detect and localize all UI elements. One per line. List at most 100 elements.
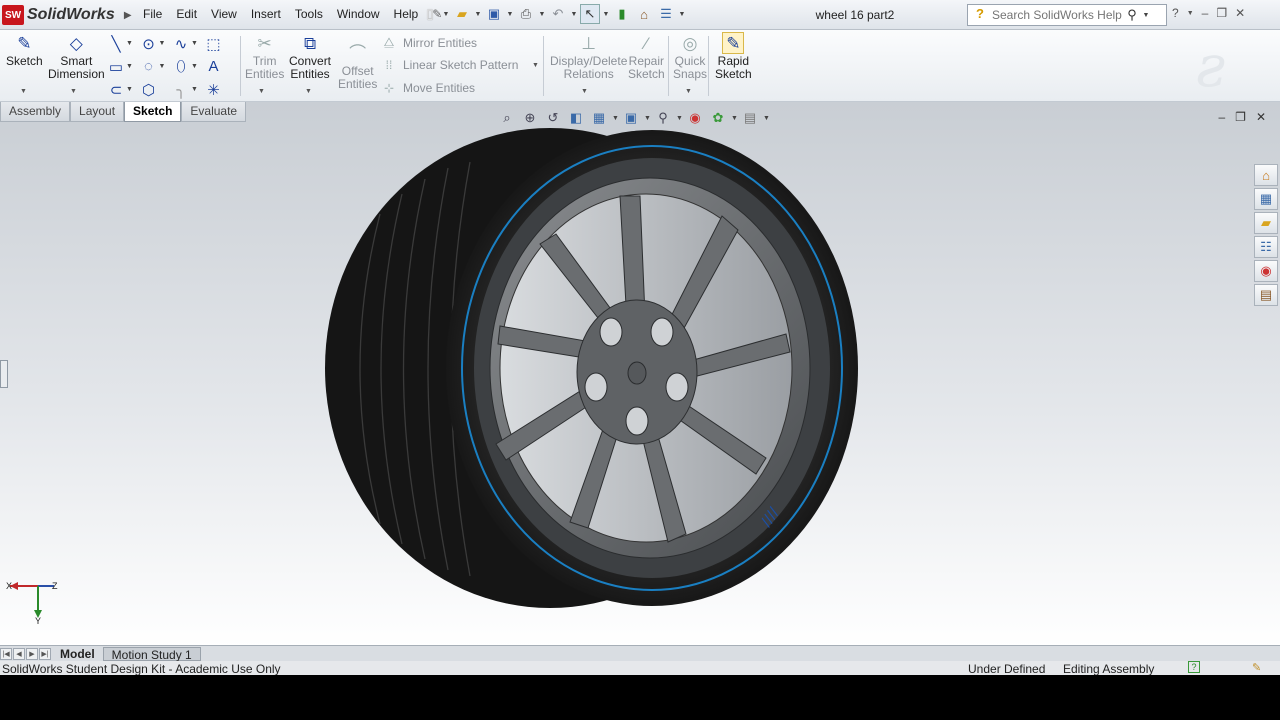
custom-properties-icon[interactable]: ▤ <box>1254 284 1278 306</box>
wheel-3d-model[interactable]: //// <box>320 124 865 619</box>
select-dropdown-icon[interactable]: ▼ <box>602 11 610 18</box>
annotation-dropdown-icon[interactable]: ▼ <box>612 115 619 122</box>
options-icon[interactable]: ☰ <box>656 4 676 24</box>
doc-minimize-icon[interactable]: – <box>1218 110 1225 124</box>
appearances-icon[interactable]: ◉ <box>1254 260 1278 282</box>
save-icon[interactable]: ▣ <box>484 4 504 24</box>
menu-window[interactable]: Window <box>330 6 387 22</box>
smart-dimension-dropdown-icon[interactable]: ▼ <box>70 88 77 95</box>
trim-dropdown-icon[interactable]: ▼ <box>258 88 265 95</box>
line-icon[interactable]: ╲ <box>106 35 126 53</box>
feature-manager-expand-handle[interactable] <box>0 360 8 388</box>
orientation-dropdown-icon[interactable]: ▼ <box>644 115 651 122</box>
search-dropdown-icon[interactable]: ▼ <box>1142 12 1150 19</box>
mirror-entities-button[interactable]: ⧋ Mirror Entities <box>380 35 477 50</box>
undo-icon[interactable]: ↶ <box>548 4 568 24</box>
line-dropdown-icon[interactable]: ▼ <box>126 40 133 47</box>
arc-icon[interactable]: ◌ <box>139 58 159 75</box>
home-icon[interactable]: ⌂ <box>1254 164 1278 186</box>
display-style-dropdown-icon[interactable]: ▼ <box>676 115 683 122</box>
menu-file[interactable]: File <box>136 6 169 22</box>
quick-snaps-button[interactable]: ◎ Quick Snaps <box>673 32 707 81</box>
doc-close-icon[interactable]: ✕ <box>1256 110 1266 124</box>
help-icon[interactable]: ? <box>1172 6 1179 20</box>
file-explorer-icon[interactable]: ▰ <box>1254 212 1278 234</box>
tab-motion-study-1[interactable]: Motion Study 1 <box>102 646 201 662</box>
save-dropdown-icon[interactable]: ▼ <box>506 11 514 18</box>
smart-dimension-button[interactable]: ◇ Smart Dimension <box>48 32 105 81</box>
scene-dropdown-icon[interactable]: ▼ <box>763 115 770 122</box>
fillet-dropdown-icon[interactable]: ▼ <box>191 86 198 93</box>
polygon-icon[interactable]: ⬡ <box>139 81 159 99</box>
tab-layout[interactable]: Layout <box>70 102 125 122</box>
menu-view[interactable]: View <box>204 6 244 22</box>
restore-icon[interactable]: ❐ <box>1216 6 1227 20</box>
repair-sketch-button[interactable]: ⁄ Repair Sketch <box>628 32 665 81</box>
status-help-icon[interactable]: ? <box>1188 661 1200 673</box>
next-tab-icon[interactable]: ▶ <box>26 647 38 660</box>
point-icon[interactable]: ✳ <box>204 81 224 99</box>
minimize-icon[interactable]: – <box>1202 6 1209 20</box>
trim-entities-button[interactable]: ✂ Trim Entities <box>245 32 284 81</box>
help-dropdown-icon[interactable]: ▼ <box>1187 10 1194 17</box>
rebuild-icon[interactable]: ▮ <box>612 4 632 24</box>
ellipse-dropdown-icon[interactable]: ▼ <box>191 63 198 70</box>
prev-tab-icon[interactable]: ◀ <box>13 647 25 660</box>
appearance-dropdown-icon[interactable]: ▼ <box>731 115 738 122</box>
tab-sketch[interactable]: Sketch <box>124 102 182 122</box>
menu-insert[interactable]: Insert <box>244 6 288 22</box>
undo-dropdown-icon[interactable]: ▼ <box>570 11 578 18</box>
convert-dropdown-icon[interactable]: ▼ <box>305 88 312 95</box>
slot-icon[interactable]: ⊂ <box>106 81 126 99</box>
tab-evaluate[interactable]: Evaluate <box>181 102 247 122</box>
rapid-sketch-button[interactable]: ✎ Rapid Sketch <box>715 32 752 81</box>
linear-sketch-pattern-button[interactable]: ⁞⁞ Linear Sketch Pattern <box>380 58 519 72</box>
open-folder-icon[interactable]: ▰ <box>452 4 472 24</box>
display-delete-relations-button[interactable]: ⊥ Display/Delete Relations <box>550 32 627 81</box>
move-entities-button[interactable]: ⊹ Move Entities <box>380 81 475 95</box>
view-palette-icon[interactable]: ☷ <box>1254 236 1278 258</box>
logo-flyout-icon[interactable]: ▶ <box>119 4 137 26</box>
tab-assembly[interactable]: Assembly <box>0 102 71 122</box>
ellipse-icon[interactable]: ⬯ <box>171 58 191 75</box>
circle-icon[interactable]: ⊙ <box>139 35 159 53</box>
rectangle-icon[interactable]: ▭ <box>106 58 126 76</box>
print-dropdown-icon[interactable]: ▼ <box>538 11 546 18</box>
print-icon[interactable]: ⎙ <box>516 4 536 24</box>
graphics-area[interactable]: ⌕ ⊕ ↺ ◧ ▦ ▼ ▣ ▼ ⚲ ▼ ◉ ✿ ▼ ▤ ▼ – ❐ ✕ ⌂ ▦ ▰ ☷ ◉… <box>0 102 1280 647</box>
text-icon[interactable]: A <box>204 58 224 75</box>
search-icon[interactable]: ⚲ <box>1122 7 1142 23</box>
menu-edit[interactable]: Edit <box>169 6 204 22</box>
circle-dropdown-icon[interactable]: ▼ <box>159 40 166 47</box>
relations-dropdown-icon[interactable]: ▼ <box>581 88 588 95</box>
pattern-dropdown-icon[interactable]: ▼ <box>532 62 539 69</box>
app-logo[interactable]: SW SolidWorks ▶ <box>2 4 137 26</box>
offset-entities-button[interactable]: ⌒ Offset Entities <box>338 42 377 91</box>
menu-tools[interactable]: Tools <box>288 6 330 22</box>
new-document-icon[interactable]: ▯ <box>420 4 440 24</box>
new-dropdown-icon[interactable]: ▼ <box>442 11 450 18</box>
quick-snaps-dropdown-icon[interactable]: ▼ <box>685 88 692 95</box>
help-search-input[interactable] <box>992 8 1122 22</box>
last-tab-icon[interactable]: ▶| <box>39 647 51 660</box>
sketch-dropdown-icon[interactable]: ▼ <box>20 88 27 95</box>
fillet-icon[interactable]: ╮ <box>171 81 191 99</box>
slot-dropdown-icon[interactable]: ▼ <box>126 86 133 93</box>
design-library-icon[interactable]: ▦ <box>1254 188 1278 210</box>
spline-dropdown-icon[interactable]: ▼ <box>191 40 198 47</box>
construction-geometry-icon[interactable]: ⬚ <box>204 35 224 53</box>
doc-restore-icon[interactable]: ❐ <box>1235 110 1246 124</box>
select-pointer-icon[interactable]: ↖ <box>580 4 600 24</box>
options-dropdown-icon[interactable]: ▼ <box>678 11 686 18</box>
close-icon[interactable]: ✕ <box>1235 6 1245 20</box>
rectangle-dropdown-icon[interactable]: ▼ <box>126 63 133 70</box>
spline-icon[interactable]: ∿ <box>171 35 191 53</box>
convert-entities-button[interactable]: ⧉ Convert Entities <box>289 32 331 81</box>
tab-model[interactable]: Model <box>52 647 103 661</box>
status-custom-icon[interactable]: ✎ <box>1252 661 1261 675</box>
first-tab-icon[interactable]: |◀ <box>0 647 12 660</box>
open-dropdown-icon[interactable]: ▼ <box>474 11 482 18</box>
sketch-button[interactable]: ✎ Sketch <box>6 32 43 68</box>
file-properties-icon[interactable]: ⌂ <box>634 4 654 24</box>
arc-dropdown-icon[interactable]: ▼ <box>159 63 166 70</box>
